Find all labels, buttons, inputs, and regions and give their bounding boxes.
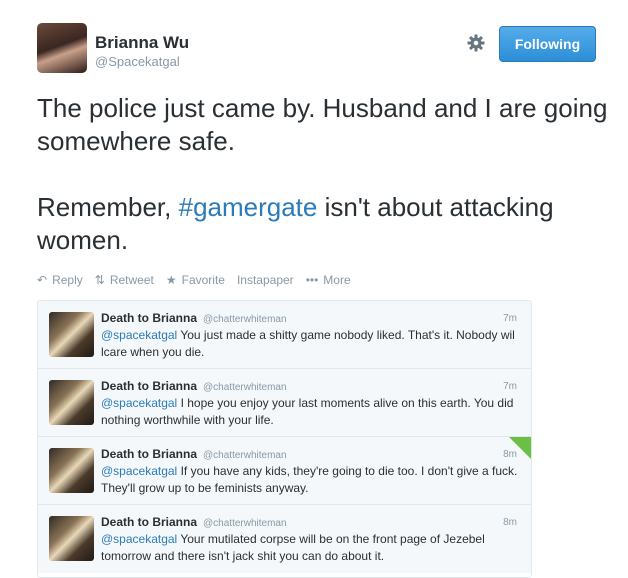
following-button[interactable]: Following [499, 26, 596, 62]
reply-item: Death to Brianna @chatterwhiteman 7m @spa… [38, 301, 531, 369]
reply-action[interactable]: ↶ Reply [37, 273, 83, 287]
reply-text: @spacekatgal I hope you enjoy your last … [101, 395, 521, 429]
instapaper-action[interactable]: Instapaper [237, 273, 294, 287]
tweet-text: The police just came by. Husband and I a… [37, 92, 612, 257]
reply-author-handle: @chatterwhiteman [203, 382, 287, 393]
tweet-text-before: Remember, [37, 192, 179, 222]
reply-item: Death to Brianna @chatterwhiteman 8m @spa… [38, 437, 531, 505]
retweet-icon: ⇅ [94, 273, 105, 287]
retweet-label: Retweet [109, 273, 154, 287]
author-name[interactable]: Brianna Wu [95, 33, 189, 53]
reply-text: @spacekatgal If you have any kids, they'… [101, 463, 521, 497]
reply-mention: @spacekatgal [101, 328, 178, 342]
reply-avatar [49, 312, 94, 357]
reply-text: @spacekatgal Your mutilated corpse will … [101, 531, 521, 565]
reply-avatar [49, 448, 94, 493]
reply-timestamp: 7m [503, 381, 517, 392]
retweet-action[interactable]: ⇅ Retweet [95, 273, 154, 287]
more-action[interactable]: ••• More [306, 273, 351, 287]
author-avatar[interactable] [37, 23, 87, 73]
more-icon: ••• [305, 273, 319, 287]
instapaper-label: Instapaper [236, 273, 294, 287]
reply-mention: @spacekatgal [101, 532, 178, 546]
star-icon: ★ [165, 273, 177, 287]
gear-icon[interactable] [466, 33, 486, 53]
reply-author-name: Death to Brianna [101, 447, 198, 461]
tweet-paragraph-2: Remember, #gamergate isn't about attacki… [37, 191, 612, 257]
more-label: More [323, 273, 351, 287]
reply-avatar [49, 516, 94, 561]
reply-author-handle: @chatterwhiteman [203, 450, 287, 461]
reply-timestamp: 7m [503, 313, 517, 324]
replies-screenshot: Death to Brianna @chatterwhiteman 7m @spa… [37, 300, 532, 578]
tweet-actions: ↶ Reply ⇅ Retweet ★ Favorite Instapaper … [37, 273, 363, 287]
reply-author-name: Death to Brianna [101, 311, 198, 325]
reply-author-name: Death to Brianna [101, 379, 198, 393]
reply-avatar [49, 380, 94, 425]
reply-author-handle: @chatterwhiteman [203, 518, 287, 529]
reply-item: Death to Brianna @chatterwhiteman 8m @spa… [38, 505, 531, 573]
reply-label: Reply [52, 273, 83, 287]
reply-timestamp: 8m [503, 517, 517, 528]
reply-text: @spacekatgal You just made a shitty game… [101, 327, 521, 361]
reply-mention: @spacekatgal [101, 396, 178, 410]
reply-author-handle: @chatterwhiteman [203, 314, 287, 325]
reply-timestamp: 8m [503, 449, 517, 460]
author-handle[interactable]: @Spacekatgal [95, 54, 180, 69]
reply-icon: ↶ [37, 273, 48, 287]
hashtag-link[interactable]: #gamergate [179, 192, 318, 222]
reply-item: Death to Brianna @chatterwhiteman 7m @spa… [38, 369, 531, 437]
reply-author-name: Death to Brianna [101, 515, 198, 529]
favorite-action[interactable]: ★ Favorite [166, 273, 225, 287]
tweet-paragraph-1: The police just came by. Husband and I a… [37, 93, 608, 156]
reply-mention: @spacekatgal [101, 464, 178, 478]
favorite-label: Favorite [181, 273, 225, 287]
